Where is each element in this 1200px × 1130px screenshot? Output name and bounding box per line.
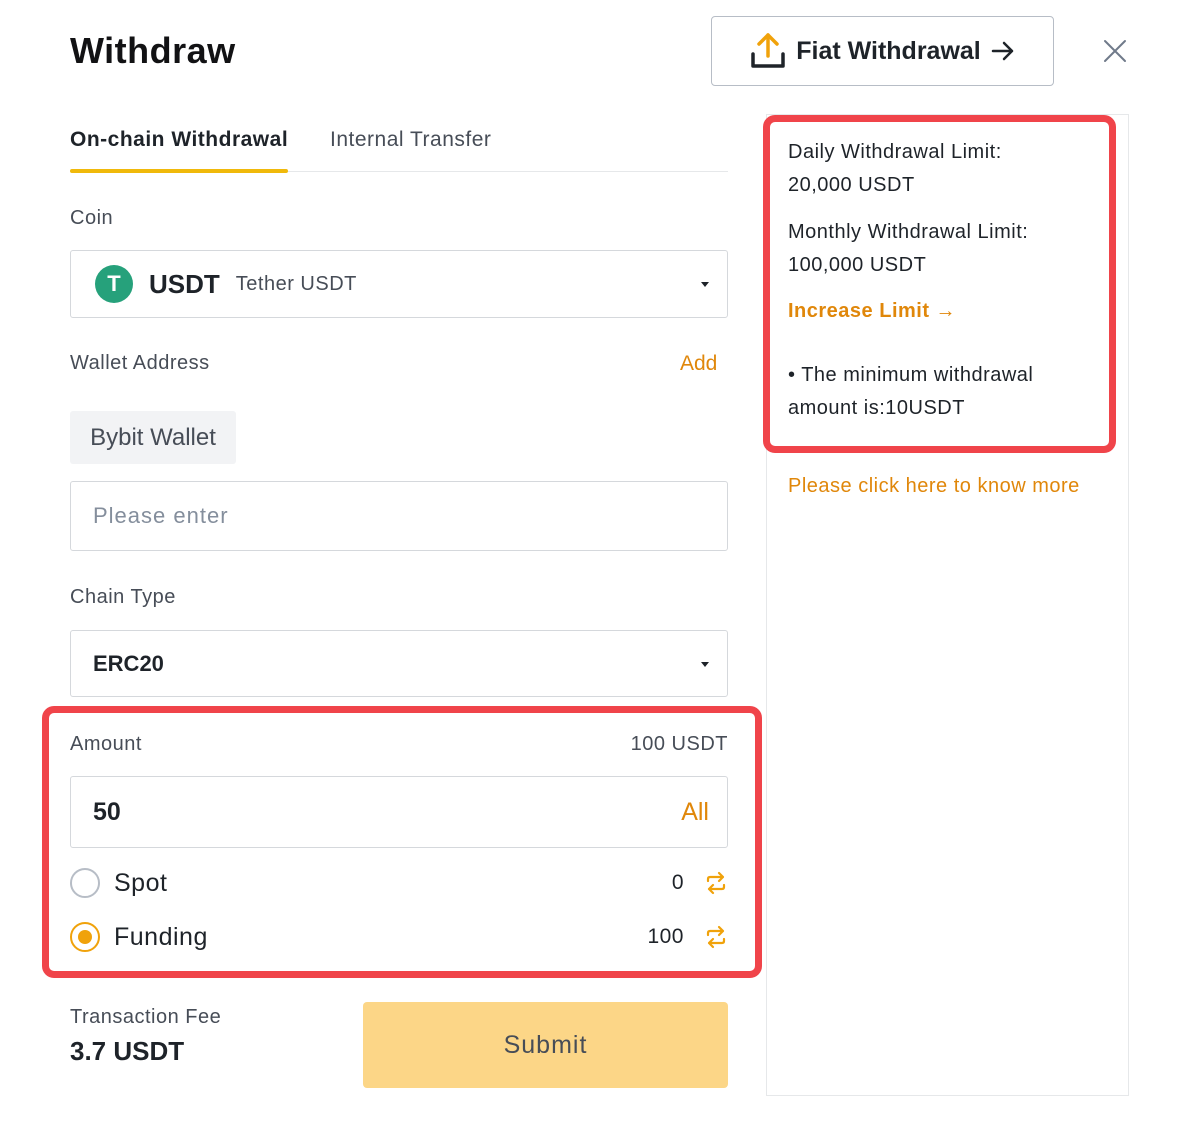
spot-label: Spot [114,868,168,897]
add-address-link[interactable]: Add [680,352,717,376]
wallet-address-input[interactable] [71,482,727,550]
usdt-coin-icon: T [95,265,133,303]
chain-type-value: ERC20 [93,650,164,676]
wallet-address-field [70,481,728,551]
fiat-withdrawal-button[interactable]: Fiat Withdrawal [711,16,1054,86]
amount-value: 50 [93,797,121,826]
all-button[interactable]: All [681,798,727,827]
monthly-limit-label: Monthly Withdrawal Limit: [788,221,1029,243]
coin-select[interactable]: T USDT Tether USDT [70,250,728,318]
chevron-down-icon [701,282,709,287]
coin-label: Coin [70,207,114,229]
upload-icon [751,33,785,68]
page-title: Withdraw [70,30,236,71]
amount-input[interactable]: 50 All [70,776,728,848]
daily-limit-label: Daily Withdrawal Limit: [788,141,1002,163]
funding-label: Funding [114,922,208,951]
chevron-down-icon [701,661,709,667]
submit-button[interactable]: Submit [363,1002,728,1088]
transaction-fee-value: 3.7 USDT [70,1036,185,1066]
minimum-withdrawal-note: • The minimum withdrawal [788,364,1034,386]
wallet-address-label: Wallet Address [70,352,210,374]
bybit-wallet-chip[interactable]: Bybit Wallet [70,411,236,464]
daily-limit-value: 20,000 USDT [788,174,915,196]
minimum-withdrawal-amount: amount is:10USDT [788,397,965,419]
spot-radio[interactable] [70,868,100,898]
know-more-link[interactable]: Please click here to know more [788,475,1080,498]
close-icon[interactable] [1100,36,1130,66]
transfer-icon[interactable] [704,925,728,949]
increase-limit-link[interactable]: Increase Limit → [788,300,956,323]
tab-on-chain-withdrawal[interactable]: On-chain Withdrawal [70,128,289,173]
tab-internal-transfer[interactable]: Internal Transfer [330,128,491,172]
coin-name: Tether USDT [235,272,357,295]
monthly-limit-value: 100,000 USDT [788,254,927,276]
spot-balance: 0 [671,871,684,894]
amount-max: 100 USDT [630,733,728,755]
withdraw-tabs: On-chain Withdrawal Internal Transfer [70,128,728,173]
fiat-withdrawal-label: Fiat Withdrawal [796,36,981,65]
amount-label: Amount [70,733,142,755]
funding-balance: 100 [647,925,684,948]
account-option-funding[interactable]: Funding 100 [70,920,728,954]
chain-type-select[interactable]: ERC20 [70,630,728,697]
coin-symbol: USDT [149,268,220,299]
arrow-right-icon [991,41,1013,61]
funding-radio[interactable] [70,922,100,952]
transaction-fee-label: Transaction Fee [70,1006,222,1028]
chain-type-label: Chain Type [70,586,176,608]
transfer-icon[interactable] [704,871,728,895]
account-option-spot[interactable]: Spot 0 [70,866,728,900]
